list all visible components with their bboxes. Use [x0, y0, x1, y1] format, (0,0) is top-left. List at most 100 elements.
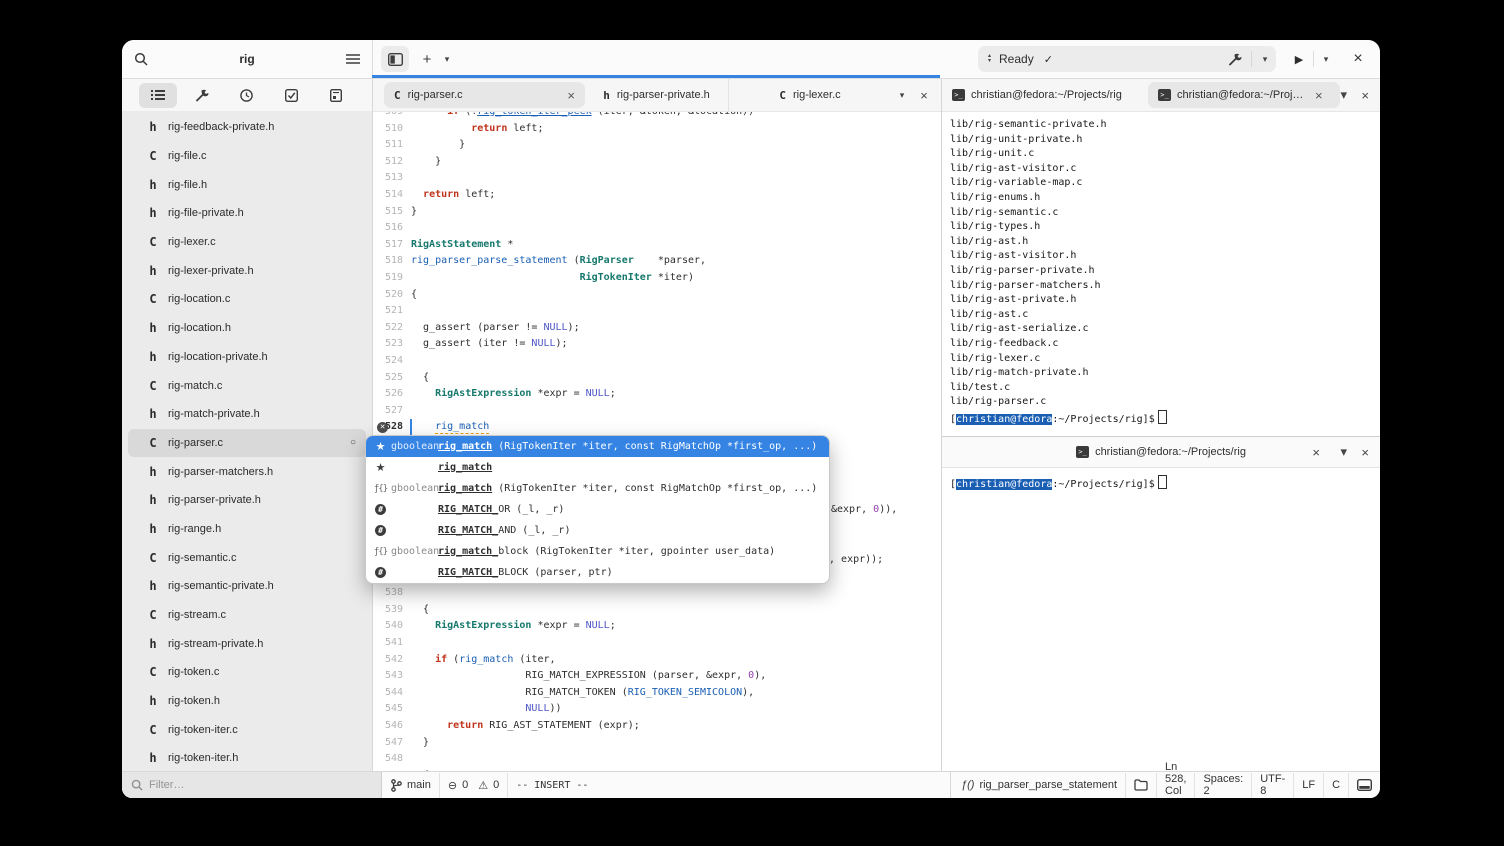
terminal-panel-close-icon[interactable]: × [1361, 88, 1369, 103]
terminal-tabbar: >_ christian@fedora:~/Projects/rig >_ ch… [942, 79, 1380, 112]
tab-rig-lexer-c[interactable]: C rig-lexer.c [728, 79, 891, 111]
file-name: rig-match-private.h [168, 408, 260, 421]
file-row[interactable]: Crig-file.c [128, 142, 366, 171]
folder-icon[interactable] [1134, 779, 1148, 791]
c-file-icon: C [149, 149, 157, 164]
file-name: rig-lexer-private.h [168, 264, 254, 277]
line-number: 520 [384, 288, 403, 300]
warning-count[interactable]: ⚠ 0 [478, 779, 499, 792]
filter-bar[interactable]: Filter… [122, 772, 382, 798]
terminal-line: lib/rig-variable-map.c [950, 177, 1083, 189]
code-text: } [411, 736, 430, 748]
tab-close-icon[interactable]: × [1312, 445, 1320, 460]
todo-panel-icon[interactable] [272, 83, 310, 108]
file-row[interactable]: h rig-range.h [128, 515, 366, 544]
branch-indicator[interactable]: main [391, 778, 431, 792]
history-panel-icon[interactable] [228, 83, 266, 108]
current-symbol[interactable]: ƒ() rig_parser_parse_statement [961, 779, 1117, 791]
completion-item[interactable]: # RIG_MATCH_ AND (_l, _r) [366, 520, 829, 541]
content-area: h rig-feedback-private.h Crig-file.c h rig-f… [122, 79, 1380, 771]
completion-item[interactable]: # RIG_MATCH_ BLOCK (parser, ptr) [366, 562, 829, 583]
terminal-icon: >_ [1076, 446, 1090, 458]
file-row[interactable]: h rig-parser-matchers.h [128, 457, 366, 486]
file-row[interactable]: h rig-file.h [128, 170, 366, 199]
file-name: rig-feedback-private.h [168, 121, 275, 134]
frame-close-icon[interactable]: × [913, 88, 935, 103]
file-row[interactable]: Crig-location.c [128, 285, 366, 314]
completion-item[interactable]: ƒ{} gboolean rig_match_ block (RigTokenIter… [366, 541, 829, 562]
file-row[interactable]: h rig-stream-private.h [128, 629, 366, 658]
tab-close-icon[interactable]: × [1315, 88, 1323, 103]
file-name: rig-token-iter.c [168, 723, 238, 736]
documentation-panel-icon[interactable] [317, 83, 355, 108]
h-file-icon: h [149, 349, 157, 364]
tab-close-icon[interactable]: × [563, 88, 579, 103]
file-row[interactable]: Crig-semantic.c [128, 543, 366, 572]
h-file-icon: h [149, 694, 157, 709]
terminal-tab-dropdown-icon[interactable]: ▾ [1340, 87, 1347, 103]
completion-item[interactable]: ƒ{} gboolean rig_match (RigTokenIter *iter… [366, 478, 829, 499]
terminal-tab-1[interactable]: >_ christian@fedora:~/Projects/rig [952, 89, 1148, 101]
build-panel-icon[interactable] [184, 83, 222, 108]
file-row[interactable]: Crig-token.c [128, 658, 366, 687]
file-row[interactable]: h rig-semantic-private.h [128, 572, 366, 601]
code-line: 540 RigAstExpression *expr = NULL; [373, 618, 941, 635]
file-row[interactable]: h rig-feedback-private.h [128, 113, 366, 142]
language-setting[interactable]: C [1332, 779, 1340, 791]
terminal-tab-2[interactable]: >_ christian@fedora:~/Projects/rig × [1148, 82, 1340, 108]
file-row[interactable]: Crig-match.c [128, 371, 366, 400]
file-row[interactable]: h rig-token.h [128, 687, 366, 716]
file-row[interactable]: h rig-file-private.h [128, 199, 366, 228]
file-row[interactable]: Crig-lexer.c [128, 228, 366, 257]
completion-item[interactable]: ★ gboolean rig_match (RigTokenIter *iter, … [366, 436, 829, 457]
file-row[interactable]: h rig-lexer-private.h [128, 256, 366, 285]
new-tab-button[interactable]: + [417, 46, 437, 72]
terminal-2-header: >_ christian@fedora:~/Projects/rig × ▾ × [942, 436, 1380, 468]
tab-list-dropdown-icon[interactable]: ▾ [891, 90, 913, 101]
encoding-setting[interactable]: UTF-8 [1260, 773, 1285, 797]
run-button[interactable]: ▶ [1288, 46, 1310, 72]
terminal-panel-close-icon[interactable]: × [1361, 445, 1369, 460]
c-file-icon: C [149, 378, 157, 393]
bottom-panel-toggle-icon[interactable] [1357, 779, 1373, 791]
file-row[interactable]: h rig-location.h [128, 314, 366, 343]
indentation-setting[interactable]: Spaces: 2 [1203, 773, 1243, 797]
tab-rig-parser-c[interactable]: C rig-parser.c × [384, 82, 585, 108]
code-text: { [411, 288, 418, 300]
build-dropdown-icon[interactable]: ▾ [1254, 46, 1276, 72]
editor-tabbar: C rig-parser.c × h rig-parser-private.h … [373, 79, 941, 112]
code-text: return left; [471, 122, 544, 134]
code-text: rig_match [435, 421, 490, 435]
run-dropdown-icon[interactable]: ▾ [1317, 46, 1335, 72]
file-row[interactable]: Crig-token-iter.c [128, 715, 366, 744]
project-tree-icon[interactable] [139, 82, 178, 108]
terminal-1[interactable]: lib/rig-semantic-private.h lib/rig-unit-p… [942, 112, 1380, 436]
terminal-tab-label[interactable]: christian@fedora:~/Projects/rig [1095, 446, 1246, 458]
file-name: rig-file.h [168, 178, 208, 191]
line-number: 518 [384, 255, 403, 267]
file-row[interactable]: h rig-token-iter.h [128, 744, 366, 771]
build-button[interactable] [1223, 46, 1249, 72]
tab-rig-parser-private-h[interactable]: h rig-parser-private.h [585, 82, 728, 108]
terminal-line: lib/rig-ast.h [950, 235, 1029, 247]
file-row[interactable]: h rig-match-private.h [128, 400, 366, 429]
cursor-position[interactable]: Ln 528, Col 14 [1165, 761, 1186, 798]
error-count[interactable]: ⊖ 0 [448, 779, 468, 792]
match-text: rig_match [438, 483, 493, 494]
file-row[interactable]: Crig-stream.c [128, 601, 366, 630]
sidebar-panel: h rig-feedback-private.h Crig-file.c h rig-f… [122, 79, 373, 771]
file-row[interactable]: h rig-location-private.h [128, 343, 366, 372]
project-search-text[interactable]: rig [122, 52, 372, 66]
line-ending-setting[interactable]: LF [1302, 779, 1315, 791]
omnibar[interactable]: ▴ ▾ Ready ✓ ▾ [978, 46, 1276, 72]
sidebar-toggle-button[interactable] [381, 46, 409, 72]
file-row[interactable]: Crig-parser.c ○ [128, 428, 366, 458]
window-close-button[interactable]: × [1346, 47, 1370, 71]
new-tab-dropdown-icon[interactable]: ▾ [439, 46, 455, 72]
completion-item[interactable]: # RIG_MATCH_ OR (_l, _r) [366, 499, 829, 520]
file-row[interactable]: h rig-parser-private.h [128, 486, 366, 515]
terminal-tab-dropdown-icon[interactable]: ▾ [1340, 444, 1347, 460]
line-number: 523 [384, 338, 403, 350]
terminal-2[interactable]: [christian@fedora:~/Projects/rig]$ [942, 468, 1380, 771]
completion-item[interactable]: ★ rig_match [366, 457, 829, 478]
